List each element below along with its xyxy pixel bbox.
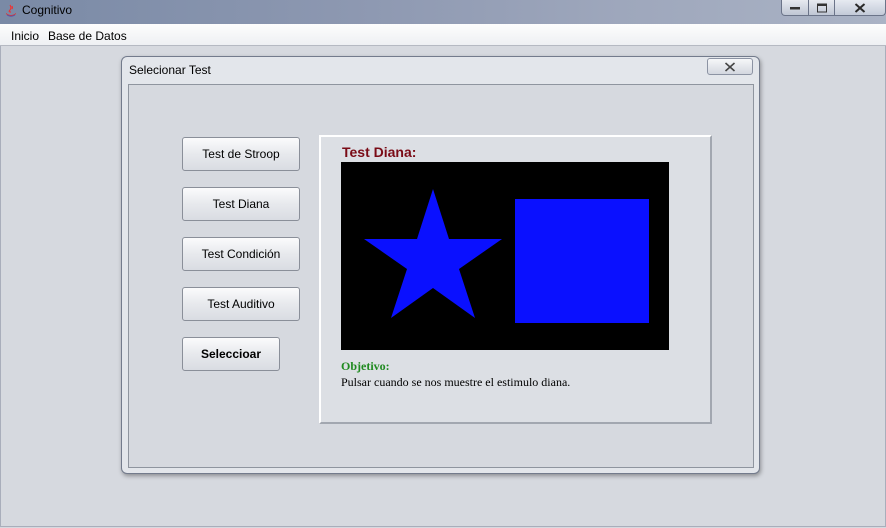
stimulus-preview [341,162,669,350]
menu-base-de-datos[interactable]: Base de Datos [48,29,127,43]
close-icon [854,3,866,12]
minimize-icon [790,6,800,9]
objective-text: Pulsar cuando se nos muestre el estimulo… [341,375,571,389]
dialog-close-button[interactable] [707,58,753,75]
window-titlebar: Cognitivo [0,0,886,24]
menu-bar: Inicio Base de Datos [0,24,886,46]
maximize-button[interactable] [808,0,835,16]
preview-title: Test Diana: [342,144,417,160]
test-diana-button[interactable]: Test Diana [182,187,300,221]
close-icon [724,62,736,71]
test-preview-panel: Test Diana: Objetivo: Pulsar cuando se n… [319,135,712,424]
dialog-title: Selecionar Test [129,63,211,77]
maximize-icon [816,3,827,12]
window-title: Cognitivo [22,3,73,17]
select-button[interactable]: Seleccioar [182,337,280,371]
menu-inicio[interactable]: Inicio [11,29,39,43]
objective-label: Objetivo: [341,359,390,373]
test-stroop-button[interactable]: Test de Stroop [182,137,300,171]
java-app-icon [6,4,16,17]
minimize-button[interactable] [781,0,809,16]
test-auditivo-button[interactable]: Test Auditivo [182,287,300,321]
dialog-content: Test de Stroop Test Diana Test Condición… [128,84,754,468]
test-condicion-button[interactable]: Test Condición [182,237,300,271]
distractor-square-shape [515,199,649,323]
select-test-dialog: Selecionar Test Test de Stroop Test Dian… [121,56,760,474]
stimulus-graphic [341,162,669,350]
window-close-button[interactable] [834,0,886,16]
